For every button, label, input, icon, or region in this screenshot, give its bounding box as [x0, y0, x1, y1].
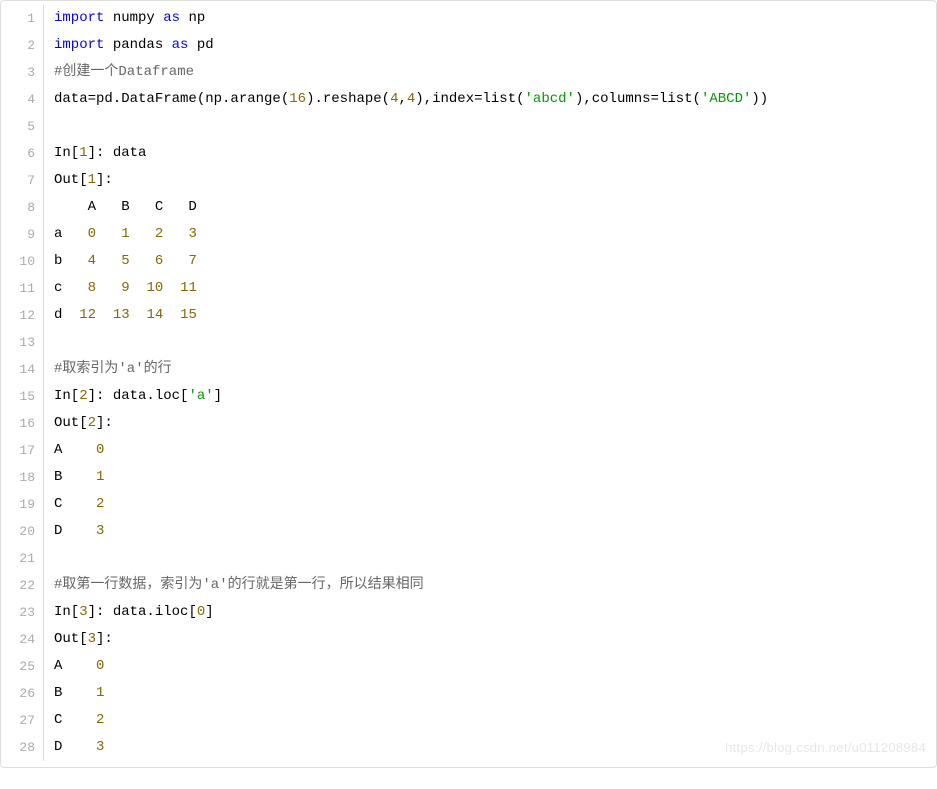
code-line: 12d 12 13 14 15	[1, 302, 936, 329]
code-text	[44, 545, 936, 572]
code-line: 16Out[2]:	[1, 410, 936, 437]
code-line: 20D 3	[1, 518, 936, 545]
code-line: 23In[3]: data.iloc[0]	[1, 599, 936, 626]
line-number: 24	[1, 626, 44, 653]
code-text: In[1]: data	[44, 140, 936, 167]
line-number: 20	[1, 518, 44, 545]
code-line: 19C 2	[1, 491, 936, 518]
code-text: b 4 5 6 7	[44, 248, 936, 275]
code-line: 25A 0	[1, 653, 936, 680]
line-number: 3	[1, 59, 44, 86]
watermark: https://blog.csdn.net/u011208984	[725, 734, 926, 761]
line-number: 2	[1, 32, 44, 59]
line-number: 7	[1, 167, 44, 194]
code-text: C 2	[44, 707, 936, 734]
line-number: 11	[1, 275, 44, 302]
code-text: #取索引为'a'的行	[44, 356, 936, 383]
line-number: 22	[1, 572, 44, 599]
code-line: 17A 0	[1, 437, 936, 464]
line-number: 23	[1, 599, 44, 626]
line-number: 5	[1, 113, 44, 140]
code-line: 18B 1	[1, 464, 936, 491]
line-number: 27	[1, 707, 44, 734]
code-text: Out[3]:	[44, 626, 936, 653]
code-line: 24Out[3]:	[1, 626, 936, 653]
line-number: 25	[1, 653, 44, 680]
code-line: 8 A B C D	[1, 194, 936, 221]
line-number: 4	[1, 86, 44, 113]
code-line: 5	[1, 113, 936, 140]
code-line: 3#创建一个Dataframe	[1, 59, 936, 86]
code-text: data=pd.DataFrame(np.arange(16).reshape(…	[44, 86, 936, 113]
code-text: import pandas as pd	[44, 32, 936, 59]
code-text: import numpy as np	[44, 5, 936, 32]
code-text: d 12 13 14 15	[44, 302, 936, 329]
code-text: B 1	[44, 464, 936, 491]
code-text: Out[1]:	[44, 167, 936, 194]
code-line: 22#取第一行数据，索引为'a'的行就是第一行，所以结果相同	[1, 572, 936, 599]
code-text: In[2]: data.loc['a']	[44, 383, 936, 410]
code-line: 9a 0 1 2 3	[1, 221, 936, 248]
line-number: 12	[1, 302, 44, 329]
code-line: 14#取索引为'a'的行	[1, 356, 936, 383]
code-line: 15In[2]: data.loc['a']	[1, 383, 936, 410]
line-number: 1	[1, 5, 44, 32]
code-text	[44, 329, 936, 356]
line-number: 14	[1, 356, 44, 383]
code-line: 10b 4 5 6 7	[1, 248, 936, 275]
line-number: 17	[1, 437, 44, 464]
line-number: 21	[1, 545, 44, 572]
line-number: 19	[1, 491, 44, 518]
code-text: A 0	[44, 437, 936, 464]
line-number: 26	[1, 680, 44, 707]
line-number: 9	[1, 221, 44, 248]
code-line: 13	[1, 329, 936, 356]
code-text: #创建一个Dataframe	[44, 59, 936, 86]
code-text: D 3	[44, 518, 936, 545]
code-text: A 0	[44, 653, 936, 680]
code-text: #取第一行数据，索引为'a'的行就是第一行，所以结果相同	[44, 572, 936, 599]
line-number: 6	[1, 140, 44, 167]
line-number: 10	[1, 248, 44, 275]
code-text: c 8 9 10 11	[44, 275, 936, 302]
code-text: a 0 1 2 3	[44, 221, 936, 248]
line-number: 8	[1, 194, 44, 221]
line-number: 28	[1, 734, 44, 761]
code-text: Out[2]:	[44, 410, 936, 437]
code-line: 1import numpy as np	[1, 5, 936, 32]
line-number: 16	[1, 410, 44, 437]
line-number: 15	[1, 383, 44, 410]
code-line: 7Out[1]:	[1, 167, 936, 194]
code-block: 1import numpy as np2import pandas as pd3…	[0, 0, 937, 768]
code-line: 4data=pd.DataFrame(np.arange(16).reshape…	[1, 86, 936, 113]
code-line: 6In[1]: data	[1, 140, 936, 167]
code-text: B 1	[44, 680, 936, 707]
code-text	[44, 113, 936, 140]
line-number: 18	[1, 464, 44, 491]
code-line: 27C 2	[1, 707, 936, 734]
code-line: 21	[1, 545, 936, 572]
code-line: 11c 8 9 10 11	[1, 275, 936, 302]
line-number: 13	[1, 329, 44, 356]
code-line: 26B 1	[1, 680, 936, 707]
code-line: 2import pandas as pd	[1, 32, 936, 59]
code-text: C 2	[44, 491, 936, 518]
code-text: In[3]: data.iloc[0]	[44, 599, 936, 626]
code-text: A B C D	[44, 194, 936, 221]
